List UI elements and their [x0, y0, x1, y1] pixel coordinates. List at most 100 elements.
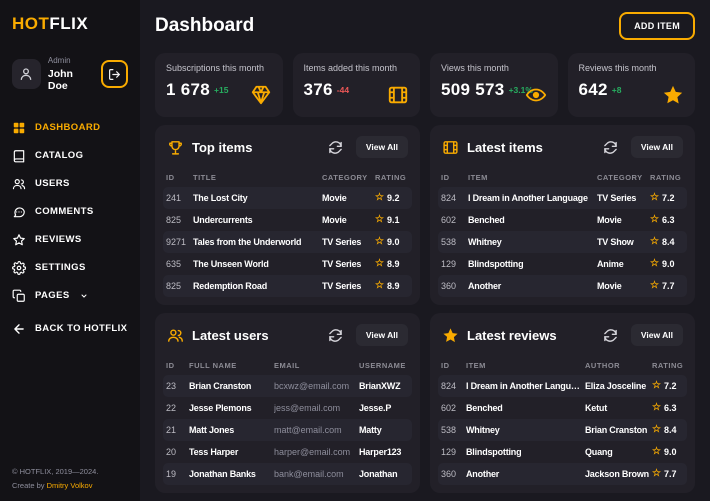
table-cell-id: 360	[441, 281, 465, 291]
table-cell-rating: ☆7.7	[650, 281, 684, 291]
table-cell-cat: Movie	[322, 193, 372, 203]
table-cell-title: Harper123	[359, 447, 409, 457]
table-cell-title: I Dream in Another Language	[466, 381, 582, 391]
gem-icon	[250, 84, 272, 106]
table-row: 129BlindspottingAnime☆9.0	[438, 253, 687, 275]
table-cell-id: 824	[441, 193, 465, 203]
stat-label: Reviews this month	[579, 63, 685, 73]
table-row: 22Jesse Plemonsjess@email.comJesse.P	[163, 397, 412, 419]
copyright-text: © HOTFLIX, 2019—2024.	[12, 465, 98, 479]
star-icon: ☆	[652, 403, 661, 413]
star-icon: ☆	[650, 193, 659, 203]
stat-delta: +15	[214, 85, 228, 95]
table-row: 825UndercurrentsMovie☆9.1	[163, 209, 412, 231]
star-icon: ☆	[652, 381, 661, 391]
users-icon	[12, 177, 26, 191]
stats-row: Subscriptions this month 1 678+15 Items …	[155, 53, 695, 117]
add-item-button[interactable]: ADD ITEM	[619, 12, 695, 40]
table-cell-id: 825	[166, 215, 190, 225]
panel-title: Latest users	[192, 328, 320, 343]
sidebar-item-back-to-hotflix[interactable]: BACK TO HOTFLIX	[12, 320, 128, 338]
sidebar-item-settings[interactable]: SETTINGS	[12, 259, 128, 277]
stat-value: 642	[579, 80, 608, 100]
refresh-icon	[603, 328, 618, 343]
logo[interactable]: HOTFLIX	[12, 14, 128, 34]
panel-header: Latest users View All	[163, 313, 412, 355]
page-title: Dashboard	[155, 15, 254, 37]
table-cell-id: 602	[441, 403, 463, 413]
star-icon: ☆	[375, 281, 384, 291]
table-cell-rating: ☆8.4	[650, 237, 684, 247]
table-cell-rating: ☆9.2	[375, 193, 409, 203]
logout-button[interactable]	[101, 60, 128, 88]
sidebar-item-reviews[interactable]: REVIEWS	[12, 231, 128, 249]
panel-header: Top items View All	[163, 125, 412, 167]
table-cell-id: 129	[441, 259, 465, 269]
table-header: IDTITLECATEGORYRATING	[163, 167, 412, 187]
table-row: 19Jonathan Banksbank@email.comJonathan	[163, 463, 412, 485]
table-cell-cat: TV Series	[597, 193, 647, 203]
gear-icon	[12, 261, 26, 275]
column-header: ID	[166, 173, 190, 182]
table-cell-rating: ☆6.3	[650, 215, 684, 225]
app-window: HOTFLIX Admin John Doe DASHBOARD CATALOG	[0, 0, 710, 501]
column-header: ID	[441, 173, 465, 182]
sidebar-item-label: PAGES	[35, 290, 70, 301]
table-cell-id: 22	[166, 403, 186, 413]
table-cell-rating: ☆8.9	[375, 281, 409, 291]
panel-top-items: Top items View All IDTITLECATEGORYRATING…	[155, 125, 420, 305]
table-row: 538WhitneyTV Show☆8.4	[438, 231, 687, 253]
stat-card-reviews: Reviews this month 642+8	[568, 53, 696, 117]
view-all-button[interactable]: View All	[356, 136, 408, 158]
table-cell-id: 23	[166, 381, 186, 391]
column-header: FULL NAME	[189, 361, 271, 370]
stat-value: 1 678	[166, 80, 210, 100]
sidebar-item-comments[interactable]: COMMENTS	[12, 203, 128, 221]
refresh-icon	[603, 140, 618, 155]
star-icon: ☆	[375, 237, 384, 247]
main-header: Dashboard ADD ITEM	[155, 12, 695, 40]
table-row: 824I Dream in Another LanguageTV Series☆…	[438, 187, 687, 209]
refresh-button[interactable]	[603, 140, 618, 155]
table-row: 23Brian Cranstonbcxwz@email.comBrianXWZ	[163, 375, 412, 397]
sidebar-item-label: CATALOG	[35, 150, 83, 161]
view-all-button[interactable]: View All	[356, 324, 408, 346]
sidebar-item-users[interactable]: USERS	[12, 175, 128, 193]
table-cell-title: The Unseen World	[193, 259, 319, 269]
stat-label: Items added this month	[304, 63, 410, 73]
table-cell-title: Blindspotting	[468, 259, 594, 269]
stat-card-items-added: Items added this month 376-44	[293, 53, 421, 117]
star-icon: ☆	[375, 259, 384, 269]
user-meta: Admin John Doe	[48, 56, 94, 93]
table-header: IDITEMAUTHORRATING	[438, 355, 687, 375]
column-header: EMAIL	[274, 361, 356, 370]
main-content: Dashboard ADD ITEM Subscriptions this mo…	[140, 0, 710, 501]
table-cell-cat: Movie	[322, 215, 372, 225]
refresh-button[interactable]	[328, 140, 343, 155]
table-cell-rating: ☆9.1	[375, 215, 409, 225]
table-cell-cat: Eliza Josceline	[585, 381, 649, 391]
sidebar-item-catalog[interactable]: CATALOG	[12, 147, 128, 165]
film-icon	[387, 84, 409, 106]
sidebar-item-dashboard[interactable]: DASHBOARD	[12, 119, 128, 137]
view-all-button[interactable]: View All	[631, 136, 683, 158]
table-row: 241The Lost CityMovie☆9.2	[163, 187, 412, 209]
table-cell-title: Jonathan Banks	[189, 469, 271, 479]
author-link[interactable]: Dmitry Volkov	[47, 481, 93, 490]
star-icon	[662, 84, 684, 106]
logout-icon	[108, 68, 121, 81]
sidebar-item-pages[interactable]: PAGES	[12, 287, 128, 305]
panel-latest-items: Latest items View All IDITEMCATEGORYRATI…	[430, 125, 695, 305]
eye-icon	[525, 84, 547, 106]
refresh-button[interactable]	[603, 328, 618, 343]
star-icon: ☆	[652, 469, 661, 479]
table-cell-rating: ☆9.0	[650, 259, 684, 269]
table-cell-muted: matt@email.com	[274, 425, 356, 435]
table-cell-cat: TV Series	[322, 281, 372, 291]
table-row: 538WhitneyBrian Cranston☆8.4	[438, 419, 687, 441]
table-cell-title: Benched	[468, 215, 594, 225]
view-all-button[interactable]: View All	[631, 324, 683, 346]
refresh-button[interactable]	[328, 328, 343, 343]
table-cell-title: Benched	[466, 403, 582, 413]
table-cell-title: Blindspotting	[466, 447, 582, 457]
